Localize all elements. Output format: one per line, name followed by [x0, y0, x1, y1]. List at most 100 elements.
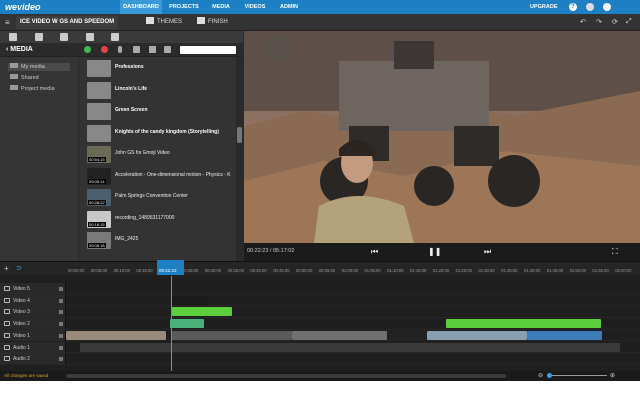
timeline-clip[interactable]: [527, 330, 602, 340]
media-item[interactable]: 00:54:15 John GS for Emoji Video: [80, 144, 236, 165]
track-toggle-icon[interactable]: [59, 333, 63, 338]
folder-shared[interactable]: Shared: [10, 74, 39, 82]
media-search-input[interactable]: [180, 46, 236, 54]
zoom-in-icon[interactable]: ⊕: [610, 372, 615, 379]
timeline-clip[interactable]: [170, 319, 204, 329]
filter-icon[interactable]: [149, 46, 156, 53]
timeline-clip[interactable]: [427, 330, 527, 340]
media-item[interactable]: Professions: [80, 58, 236, 79]
track-toggle-icon[interactable]: [59, 287, 63, 291]
preview-frame[interactable]: [244, 31, 640, 243]
magnet-icon[interactable]: ⊃: [16, 264, 22, 272]
fullscreen-icon[interactable]: ⤢: [626, 18, 632, 26]
sort-icon[interactable]: [164, 46, 171, 53]
folder-tree: My media Shared Project media: [0, 57, 78, 261]
themes-icon: [146, 17, 154, 24]
video-track-icon: [4, 309, 10, 315]
timeline-track[interactable]: Audio 2: [0, 353, 640, 365]
timeline-clip[interactable]: [172, 330, 292, 340]
record-icon[interactable]: [101, 46, 108, 53]
media-scrollbar[interactable]: [236, 57, 243, 261]
timeline-track[interactable]: Video 1: [0, 329, 640, 342]
themes-button[interactable]: THEMES: [146, 16, 182, 29]
track-toggle-icon[interactable]: [59, 310, 63, 315]
track-header: Video 1: [0, 329, 66, 341]
media-title-text: MEDIA: [10, 46, 33, 53]
upgrade-link[interactable]: UPGRADE: [530, 0, 558, 14]
timeline-clip[interactable]: [292, 330, 387, 340]
video-thumbnail: 00:09:18: [87, 232, 111, 249]
zoom-thumb[interactable]: [547, 373, 552, 378]
timeline-clip[interactable]: [446, 319, 601, 329]
media-item[interactable]: Knights of the candy kingdom (Storytelli…: [80, 123, 236, 144]
undo-icon[interactable]: ↶: [580, 18, 586, 26]
nav-videos[interactable]: VIDEOS: [238, 0, 272, 14]
zoom-out-icon[interactable]: ⊖: [538, 372, 543, 379]
project-title[interactable]: ICE VIDEO W GS AND SPEEDOM: [16, 16, 119, 29]
timeline-tracks: Video 5 Video 4 Video 3 Video 2 Video 1 Audio…: [0, 275, 640, 371]
expand-icon[interactable]: ⛶: [612, 247, 618, 257]
timeline-clip[interactable]: [172, 295, 208, 305]
ruler-tick: 00:40:00: [250, 268, 267, 273]
redo-icon[interactable]: ↷: [596, 18, 602, 26]
folder-thumbnail: [87, 60, 111, 77]
refresh-icon[interactable]: ⟳: [612, 18, 618, 26]
wevideo-logo[interactable]: wevideo: [5, 2, 41, 12]
timeline-track[interactable]: Video 4: [0, 294, 640, 307]
audio-tab-icon[interactable]: [60, 33, 68, 41]
media-item[interactable]: 09:05:14 Acceleration - One-dimensional m…: [80, 166, 236, 187]
media-item[interactable]: 00:09:18 IMG_2425: [80, 230, 236, 251]
images-tab-icon[interactable]: [35, 33, 43, 41]
playhead-marker[interactable]: 00:22:23: [157, 260, 184, 276]
timeline-clip[interactable]: [387, 330, 427, 340]
ruler-tick: 00:25:00: [182, 268, 199, 273]
nav-projects[interactable]: PROJECTS: [164, 0, 204, 14]
notifications-icon[interactable]: [586, 3, 594, 11]
list-view-icon[interactable]: [133, 46, 140, 53]
track-toggle-icon[interactable]: [59, 322, 63, 327]
timeline-clip[interactable]: [66, 330, 166, 340]
time-ruler[interactable]: 00:00:0000:05:0000:10:0000:15:0000:20:00…: [66, 262, 640, 276]
media-panel: ‹ MEDIA My media Shared Project media Pr…: [0, 31, 243, 261]
timeline-scrollbar[interactable]: [66, 374, 506, 378]
track-toggle-icon[interactable]: [59, 298, 63, 303]
media-duration: 00:28:22: [88, 200, 106, 205]
finish-icon: [197, 17, 205, 24]
timeline-clip[interactable]: [80, 342, 620, 352]
nav-admin[interactable]: ADMIN: [274, 0, 304, 14]
nav-dashboard[interactable]: DASHBOARD: [120, 0, 162, 14]
media-item[interactable]: Lincoln's Life: [80, 80, 236, 101]
track-name: Audio 2: [13, 356, 30, 363]
media-tab-icon[interactable]: [9, 33, 17, 41]
timeline-clip[interactable]: [172, 307, 232, 317]
user-icon[interactable]: [603, 3, 611, 11]
previous-icon[interactable]: ⏮: [371, 247, 378, 257]
media-item[interactable]: 00:18:15 recording_1489531177000: [80, 209, 236, 230]
track-toggle-icon[interactable]: [59, 345, 63, 350]
add-track-icon[interactable]: +: [4, 264, 9, 273]
next-icon[interactable]: ⏭: [484, 247, 491, 257]
stock-tab-icon[interactable]: [86, 33, 94, 41]
media-item[interactable]: Green Screen: [80, 101, 236, 122]
timeline-track[interactable]: Video 3: [0, 306, 640, 318]
text-tab-icon[interactable]: [111, 33, 119, 41]
pause-icon[interactable]: ❚❚: [428, 247, 441, 256]
zoom-slider[interactable]: ⊖ ⊕: [538, 372, 618, 379]
microphone-icon[interactable]: [118, 46, 122, 53]
media-item[interactable]: 00:28:22 Palm Springs Convention Center: [80, 187, 236, 208]
finish-button[interactable]: FINISH: [197, 16, 228, 29]
folder-project-media[interactable]: Project media: [10, 85, 55, 93]
timeline-track[interactable]: Video 2: [0, 318, 640, 330]
ruler-tick: 01:55:00: [592, 268, 609, 273]
track-toggle-icon[interactable]: [59, 357, 63, 362]
help-icon[interactable]: ?: [569, 3, 577, 11]
timeline-track[interactable]: Video 5: [0, 283, 640, 295]
timeline-track[interactable]: Audio 1: [0, 341, 640, 353]
scroll-thumb[interactable]: [237, 127, 242, 143]
nav-media[interactable]: MEDIA: [206, 0, 236, 14]
menu-icon[interactable]: ≡: [5, 18, 10, 27]
upload-icon[interactable]: [84, 46, 91, 53]
folder-my-media[interactable]: My media: [8, 63, 70, 71]
media-item-name: Acceleration - One-dimensional motion - …: [115, 171, 231, 178]
video-preview: 00:22:23 / 05:17:02 ⏮ ❚❚ ⏭ ⛶: [244, 31, 640, 261]
